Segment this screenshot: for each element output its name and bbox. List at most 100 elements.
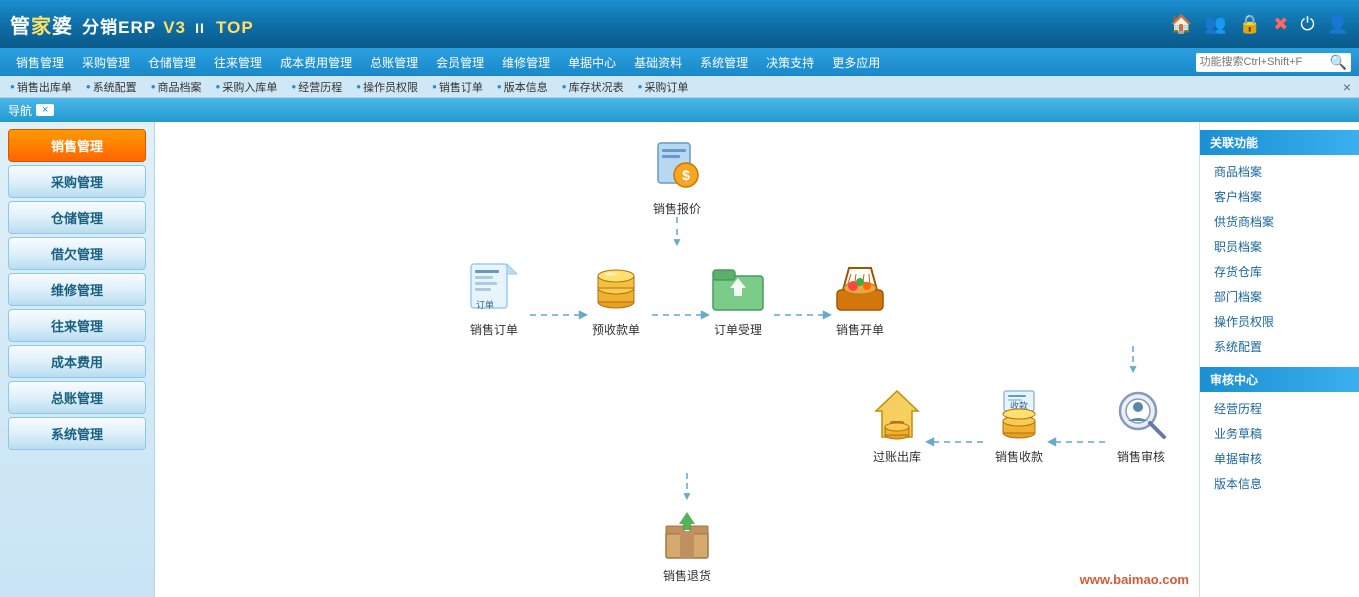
power-icon[interactable]: ⏻: [1300, 14, 1314, 35]
nav-cost[interactable]: 成本费用管理: [272, 52, 360, 73]
sidebar: 销售管理 采购管理 仓储管理 借欠管理 维修管理 往来管理 成本费用 总账管理 …: [0, 122, 155, 597]
flow-node-dingdan[interactable]: 订单 销售订单: [462, 257, 526, 338]
right-link-product[interactable]: 商品档案: [1200, 159, 1359, 184]
tab-version[interactable]: 版本信息: [491, 77, 554, 97]
flow-node-dingdan-wrap: 订单 销售订单: [462, 257, 526, 338]
flow-label-baojia: 销售报价: [653, 200, 701, 217]
sidebar-item-repair[interactable]: 维修管理: [8, 273, 146, 306]
flow-row-2: 订单 销售订单 ▶: [155, 257, 1199, 338]
sidebar-item-cost[interactable]: 成本费用: [8, 345, 146, 378]
right-link-customer[interactable]: 客户档案: [1200, 184, 1359, 209]
flow-label-dingdan: 销售订单: [470, 321, 518, 338]
flow-node-shouli[interactable]: 订单受理: [706, 257, 770, 338]
flow-label-shenhe: 销售审核: [1117, 448, 1165, 465]
nav-sales[interactable]: 销售管理: [8, 52, 72, 73]
search-box: 🔍: [1196, 53, 1351, 72]
tab-purchase-in[interactable]: 采购入库单: [210, 77, 284, 97]
nav-repair[interactable]: 维修管理: [494, 52, 558, 73]
flow-row-3: 过账出库 ◀ 收款: [155, 384, 1199, 465]
right-link-dept[interactable]: 部门档案: [1200, 284, 1359, 309]
flow-node-shenhe[interactable]: 销售审核: [1109, 384, 1173, 465]
tab-sales-out[interactable]: 销售出库单: [4, 77, 78, 97]
user-icon[interactable]: 👤: [1327, 14, 1349, 35]
navbar: 销售管理 采购管理 仓储管理 往来管理 成本费用管理 总账管理 会员管理 维修管…: [0, 48, 1359, 76]
tab-stock-status[interactable]: 库存状况表: [556, 77, 630, 97]
flow-connector-down3: ▼: [155, 473, 1199, 503]
tab-purchase-order[interactable]: 采购订单: [632, 77, 695, 97]
nav-purchase[interactable]: 采购管理: [74, 52, 138, 73]
tab-close-all[interactable]: ×: [1339, 79, 1355, 95]
right-link-version[interactable]: 版本信息: [1200, 471, 1359, 496]
logo-top: TOP: [216, 18, 254, 37]
right-panel: 关联功能 商品档案 客户档案 供货商档案 职员档案 存货仓库 部门档案 操作员权…: [1199, 122, 1359, 597]
right-link-biz-history[interactable]: 经营历程: [1200, 396, 1359, 421]
logo-sub: 分销ERP: [82, 18, 156, 37]
flow-arrow-3: ▶: [774, 314, 824, 316]
lock-icon[interactable]: 🔒: [1239, 14, 1261, 35]
nav-relations[interactable]: 往来管理: [206, 52, 270, 73]
flow-row-1: $ 销售报价: [155, 136, 1199, 217]
tabs-bar: 销售出库单 系统配置 商品档案 采购入库单 经营历程 操作员权限 销售订单 版本…: [0, 76, 1359, 98]
content-area: $ 销售报价 ▼: [155, 122, 1199, 597]
flow-row-4: 销售退货: [155, 503, 1199, 584]
nav-decision[interactable]: 决策支持: [758, 52, 822, 73]
flow-label-shoukuan: 销售收款: [995, 448, 1043, 465]
svg-text:$: $: [682, 167, 690, 183]
nav-base[interactable]: 基础资料: [626, 52, 690, 73]
nav-system[interactable]: 系统管理: [692, 52, 756, 73]
flow-node-shoukuan[interactable]: 收款 销售收款: [987, 384, 1051, 465]
tab-biz-history[interactable]: 经营历程: [285, 77, 348, 97]
nav-ledger[interactable]: 总账管理: [362, 52, 426, 73]
sidebar-item-ledger[interactable]: 总账管理: [8, 381, 146, 414]
close-icon[interactable]: ✖: [1273, 14, 1288, 35]
logo-text: 管家婆: [10, 16, 73, 38]
sidebar-item-relations[interactable]: 往来管理: [8, 309, 146, 342]
flow-connector-down2: ▼: [155, 346, 1199, 376]
sidebar-item-debt[interactable]: 借欠管理: [8, 237, 146, 270]
logo-ii: II: [195, 20, 205, 36]
main-layout: 销售管理 采购管理 仓储管理 借欠管理 维修管理 往来管理 成本费用 总账管理 …: [0, 122, 1359, 597]
right-section-2: 审核中心 经营历程 业务草稿 单据审核 版本信息: [1200, 367, 1359, 496]
header-icons: 🏠 👥 🔒 ✖ ⏻ 👤: [1170, 14, 1349, 35]
logo-version: V3: [163, 18, 186, 37]
svg-text:订单: 订单: [476, 299, 494, 310]
tab-sales-order[interactable]: 销售订单: [426, 77, 489, 97]
flow-node-yukuan[interactable]: 预收款单: [584, 257, 648, 338]
flow-node-tuihuo[interactable]: 销售退货: [655, 503, 719, 584]
nav-warehouse[interactable]: 仓储管理: [140, 52, 204, 73]
search-icon[interactable]: 🔍: [1330, 54, 1347, 71]
users-icon[interactable]: 👥: [1204, 14, 1226, 35]
watermark: www.baimao.com: [1080, 572, 1189, 587]
tab-operator-perm[interactable]: 操作员权限: [350, 77, 424, 97]
tab-sys-config[interactable]: 系统配置: [80, 77, 143, 97]
nav-member[interactable]: 会员管理: [428, 52, 492, 73]
home-icon[interactable]: 🏠: [1170, 14, 1192, 35]
flow-connector-down1: ▼: [155, 217, 1199, 249]
flow-arrow-2: ▶: [652, 314, 702, 316]
flow-arrow-1: ▶: [530, 314, 580, 316]
right-link-supplier[interactable]: 供货商档案: [1200, 209, 1359, 234]
right-link-warehouse[interactable]: 存货仓库: [1200, 259, 1359, 284]
flow-label-shouli: 订单受理: [714, 321, 762, 338]
nav-title-bar: 导航 ×: [0, 98, 1359, 122]
right-link-operator[interactable]: 操作员权限: [1200, 309, 1359, 334]
flow-label-guozhang: 过账出库: [873, 448, 921, 465]
flow-node-guozhang[interactable]: 过账出库: [865, 384, 929, 465]
right-link-draft[interactable]: 业务草稿: [1200, 421, 1359, 446]
flow-node-baojia[interactable]: $ 销售报价: [645, 136, 709, 217]
right-link-sysconfig[interactable]: 系统配置: [1200, 334, 1359, 359]
flow-arrow-4: ◀: [933, 441, 983, 443]
nav-more[interactable]: 更多应用: [824, 52, 888, 73]
nav-docs[interactable]: 单据中心: [560, 52, 624, 73]
sidebar-item-warehouse[interactable]: 仓储管理: [8, 201, 146, 234]
sidebar-item-system[interactable]: 系统管理: [8, 417, 146, 450]
sidebar-item-sales[interactable]: 销售管理: [8, 129, 146, 162]
flow-arrow-5: ◀: [1055, 441, 1105, 443]
flow-node-kaidan[interactable]: 销售开单: [828, 257, 892, 338]
search-input[interactable]: [1200, 56, 1330, 68]
right-link-doc-review[interactable]: 单据审核: [1200, 446, 1359, 471]
tab-product[interactable]: 商品档案: [145, 77, 208, 97]
flow-diagram: $ 销售报价 ▼: [155, 136, 1199, 597]
sidebar-item-purchase[interactable]: 采购管理: [8, 165, 146, 198]
right-link-staff[interactable]: 职员档案: [1200, 234, 1359, 259]
